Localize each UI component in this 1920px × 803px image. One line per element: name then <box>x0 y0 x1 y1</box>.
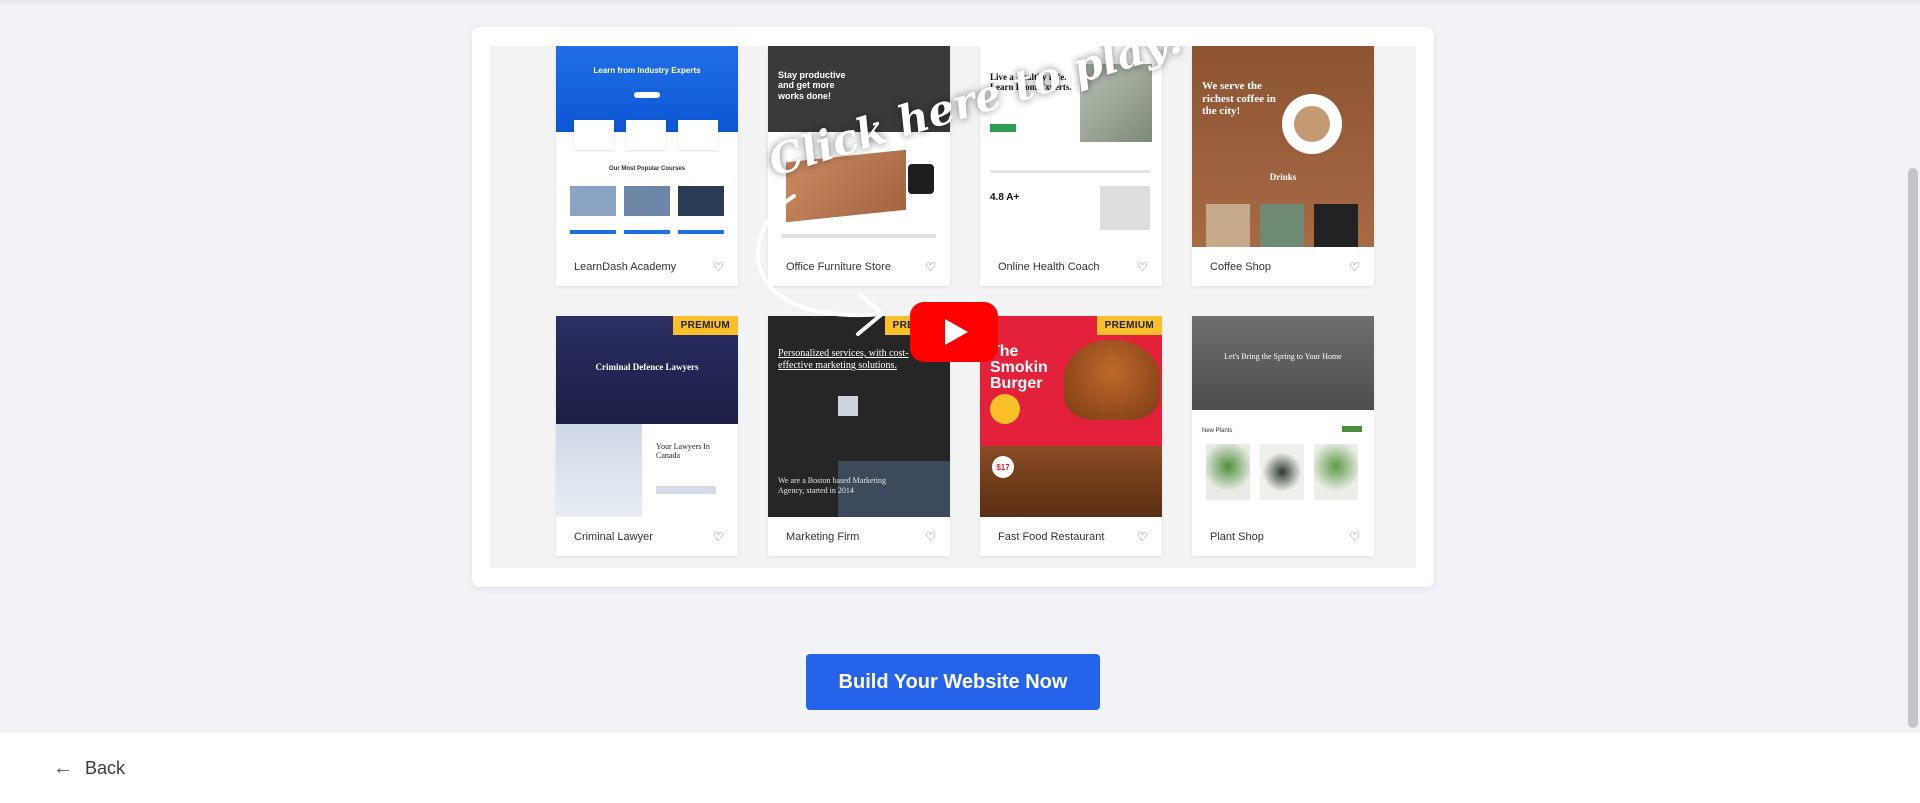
template-hero-text: Criminal Defence Lawyers <box>595 362 699 372</box>
template-card-fast-food[interactable]: The Smokin Burger $17 PREMIUM Fast Food … <box>980 316 1162 556</box>
main-scroll-area: Learn from Industry Experts Our Most Pop… <box>0 0 1920 732</box>
template-caption: Criminal Lawyer ♡ <box>556 517 738 556</box>
heart-icon[interactable]: ♡ <box>1137 260 1148 274</box>
youtube-play-button[interactable] <box>910 302 998 362</box>
template-card-plant-shop[interactable]: Let's Bring the Spring to Your Home New … <box>1192 316 1374 556</box>
template-thumbnail: Learn from Industry Experts Our Most Pop… <box>556 46 738 247</box>
video-card: Learn from Industry Experts Our Most Pop… <box>472 27 1434 587</box>
template-name: Coffee Shop <box>1210 260 1271 273</box>
template-name: Criminal Lawyer <box>574 530 653 543</box>
curved-arrow-icon <box>755 194 884 336</box>
heart-icon[interactable]: ♡ <box>1349 530 1360 544</box>
template-thumbnail: We serve the richest coffee in the city!… <box>1192 46 1374 247</box>
template-caption: Plant Shop ♡ <box>1192 517 1374 556</box>
template-subheading: New Plants <box>1202 428 1233 434</box>
template-name: Plant Shop <box>1210 530 1264 543</box>
template-hero-text: Let's Bring the Spring to Your Home <box>1224 352 1342 361</box>
template-hero-text: We serve the richest coffee in the city! <box>1202 80 1276 118</box>
template-hero-text: Stay productive and get more works done! <box>778 70 846 101</box>
template-caption: LearnDash Academy ♡ <box>556 247 738 286</box>
template-name: Fast Food Restaurant <box>998 530 1105 543</box>
template-thumbnail: Let's Bring the Spring to Your Home New … <box>1192 316 1374 517</box>
template-subheading: Your Lawyers In Canada <box>656 442 710 460</box>
template-card-learndash[interactable]: Learn from Industry Experts Our Most Pop… <box>556 46 738 286</box>
template-subheading: Drinks <box>1269 172 1297 182</box>
top-shadow <box>0 0 1920 6</box>
arrow-left-icon: ← <box>53 757 73 779</box>
build-website-button[interactable]: Build Your Website Now <box>806 654 1100 710</box>
footer-bar: ← Back <box>0 732 1920 803</box>
template-card-coffee-shop[interactable]: We serve the richest coffee in the city!… <box>1192 46 1374 286</box>
template-subheading: Our Most Popular Courses <box>608 166 685 172</box>
back-label: Back <box>85 758 126 778</box>
template-hero-text: The Smokin Burger <box>990 343 1048 392</box>
back-button[interactable]: ← Back <box>53 757 125 780</box>
heart-icon[interactable]: ♡ <box>713 530 724 544</box>
scrollbar-thumb[interactable] <box>1908 168 1918 728</box>
template-subheading: 4.8 A+ <box>990 192 1020 203</box>
heart-icon[interactable]: ♡ <box>1137 530 1148 544</box>
heart-icon[interactable]: ♡ <box>925 530 936 544</box>
play-icon <box>945 319 968 345</box>
template-caption: Marketing Firm ♡ <box>768 517 950 556</box>
template-name: Marketing Firm <box>786 530 860 543</box>
template-subheading: We are a Boston based Marketing Agency, … <box>778 476 886 495</box>
template-name: LearnDash Academy <box>574 260 677 273</box>
heart-icon[interactable]: ♡ <box>1349 260 1360 274</box>
video-player[interactable]: Learn from Industry Experts Our Most Pop… <box>490 46 1416 568</box>
template-caption: Online Health Coach ♡ <box>980 247 1162 286</box>
template-caption: Fast Food Restaurant ♡ <box>980 517 1162 556</box>
heart-icon[interactable]: ♡ <box>925 260 936 274</box>
heart-icon[interactable]: ♡ <box>713 260 724 274</box>
template-thumbnail: Criminal Defence Lawyers Your Lawyers In… <box>556 316 738 517</box>
template-thumbnail: The Smokin Burger $17 <box>980 316 1162 517</box>
template-hero-text: Learn from Industry Experts <box>593 66 701 75</box>
premium-badge: PREMIUM <box>672 316 738 335</box>
premium-badge: PREMIUM <box>1096 316 1162 335</box>
template-name: Online Health Coach <box>998 260 1100 273</box>
template-price: $17 <box>992 456 1014 478</box>
template-caption: Coffee Shop ♡ <box>1192 247 1374 286</box>
template-card-criminal-lawyer[interactable]: Criminal Defence Lawyers Your Lawyers In… <box>556 316 738 556</box>
